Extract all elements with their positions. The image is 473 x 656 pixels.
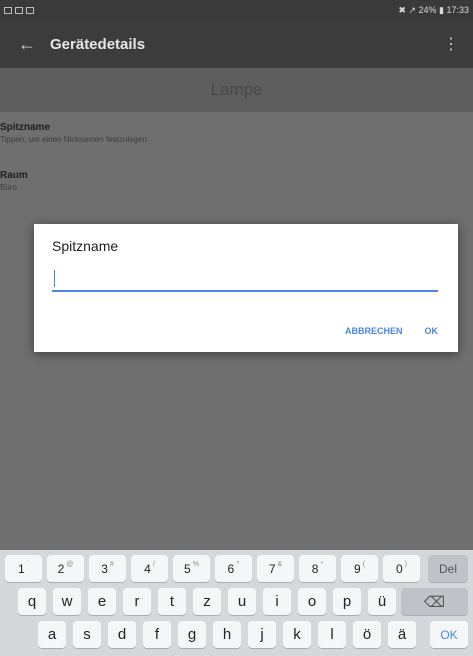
keyboard-number-row: 1 ` 2 @3 #4/5% 6 ^ 7 & 8 * 9(0) Del (0, 555, 473, 587)
more-options-icon[interactable]: ⋮ (443, 34, 459, 54)
key-label: 3 (101, 561, 108, 576)
key-symbol: & (277, 561, 283, 568)
dialog-actions: ABBRECHEN OK (345, 326, 438, 336)
page-title: Gerätedetails (50, 35, 146, 53)
flag-icon (15, 6, 23, 14)
key-l[interactable]: l (318, 621, 346, 648)
key-symbol: ( (362, 561, 366, 568)
nickname-dialog: Spitzname ABBRECHEN OK (34, 224, 458, 352)
key-ä[interactable]: ä (388, 621, 416, 648)
keyboard-row-2: qwertzuiopü ⌫ (0, 588, 473, 620)
key-7[interactable]: 7 & (257, 555, 294, 582)
key-9[interactable]: 9( (341, 555, 378, 582)
nickname-input[interactable] (52, 268, 438, 290)
key-o[interactable]: o (298, 588, 326, 615)
device-name-header: Lampe (0, 68, 473, 112)
key-0[interactable]: 0) (383, 555, 420, 582)
key-q[interactable]: q (18, 588, 46, 615)
key-symbol: * (320, 561, 324, 568)
keyboard: 1 ` 2 @3 #4/5% 6 ^ 7 & 8 * 9(0) Del qwertzuiopü ⌫ as… (0, 550, 473, 656)
key-3[interactable]: 3 # (89, 555, 126, 582)
key-label: 8 (311, 561, 319, 576)
setting-nickname-title: Spitzname (0, 122, 51, 133)
cancel-button[interactable]: ABBRECHEN (345, 326, 403, 336)
setting-room-subtitle: Büro (0, 183, 17, 192)
key-label: 9 (353, 561, 361, 576)
key-h[interactable]: h (213, 621, 241, 648)
key-symbol: ` (26, 561, 30, 568)
key-j[interactable]: j (248, 621, 276, 648)
key-label: 0 (395, 561, 403, 576)
keyboard-row-3: a s d f g h j k l ö ä OK (0, 621, 473, 653)
key-symbol: ^ (236, 561, 240, 568)
image-icon (26, 6, 34, 14)
key-symbol: @ (66, 561, 74, 568)
app-bar: ← Gerätedetails ⋮ (0, 20, 473, 68)
status-bar: ✖ ↗ 24% ▮ 17:33 (0, 0, 473, 20)
setting-room-title: Raum (0, 170, 28, 181)
key-label: 1 (17, 561, 25, 576)
key-u[interactable]: u (228, 588, 256, 615)
key-w[interactable]: w (53, 588, 81, 615)
key-label: 4 (144, 561, 151, 576)
key-ü[interactable]: ü (368, 588, 396, 615)
status-icons-left (4, 6, 34, 14)
key-d[interactable]: d (108, 621, 136, 648)
key-4[interactable]: 4/ (131, 555, 168, 582)
setting-room[interactable]: Raum Büro (0, 170, 473, 192)
key-6[interactable]: 6 ^ (215, 555, 252, 582)
notification-icon (4, 6, 12, 14)
key-k[interactable]: k (283, 621, 311, 648)
backspace-icon: ⌫ (423, 593, 446, 611)
key-8[interactable]: 8 * (299, 555, 336, 582)
key-symbol: # (109, 561, 114, 568)
key-e[interactable]: e (88, 588, 116, 615)
text-caret (54, 270, 55, 287)
key-i[interactable]: i (263, 588, 291, 615)
nickname-input-container (52, 268, 438, 292)
key-symbol: ) (404, 561, 408, 568)
setting-nickname-subtitle: Tippen, um einen Nicknamen festzulegen (0, 135, 147, 144)
key-r[interactable]: r (123, 588, 151, 615)
key-ok[interactable]: OK (430, 621, 468, 648)
key-symbol: / (152, 561, 155, 568)
status-right: ✖ ↗ 24% ▮ 17:33 (398, 4, 469, 15)
key-1[interactable]: 1 ` (5, 555, 42, 582)
key-backspace[interactable]: ⌫ (401, 588, 468, 615)
ok-button[interactable]: OK (425, 326, 439, 336)
key-label: 6 (227, 561, 235, 576)
key-p[interactable]: p (333, 588, 361, 615)
key-5[interactable]: 5% (173, 555, 210, 582)
key-g[interactable]: g (178, 621, 206, 648)
key-a[interactable]: a (38, 621, 66, 648)
key-ö[interactable]: ö (353, 621, 381, 648)
key-f[interactable]: f (143, 621, 171, 648)
setting-nickname[interactable]: Spitzname Tippen, um einen Nicknamen fes… (0, 122, 473, 144)
key-symbol: % (192, 561, 199, 568)
dialog-title: Spitzname (52, 238, 119, 254)
key-delete[interactable]: Del (428, 555, 468, 582)
key-2[interactable]: 2 @ (47, 555, 84, 582)
back-arrow-icon[interactable]: ← (0, 34, 40, 55)
key-label: 5 (184, 561, 191, 576)
key-z[interactable]: z (193, 588, 221, 615)
key-label: 7 (268, 561, 276, 576)
key-s[interactable]: s (73, 621, 101, 648)
key-label: 2 (57, 561, 65, 576)
key-t[interactable]: t (158, 588, 186, 615)
